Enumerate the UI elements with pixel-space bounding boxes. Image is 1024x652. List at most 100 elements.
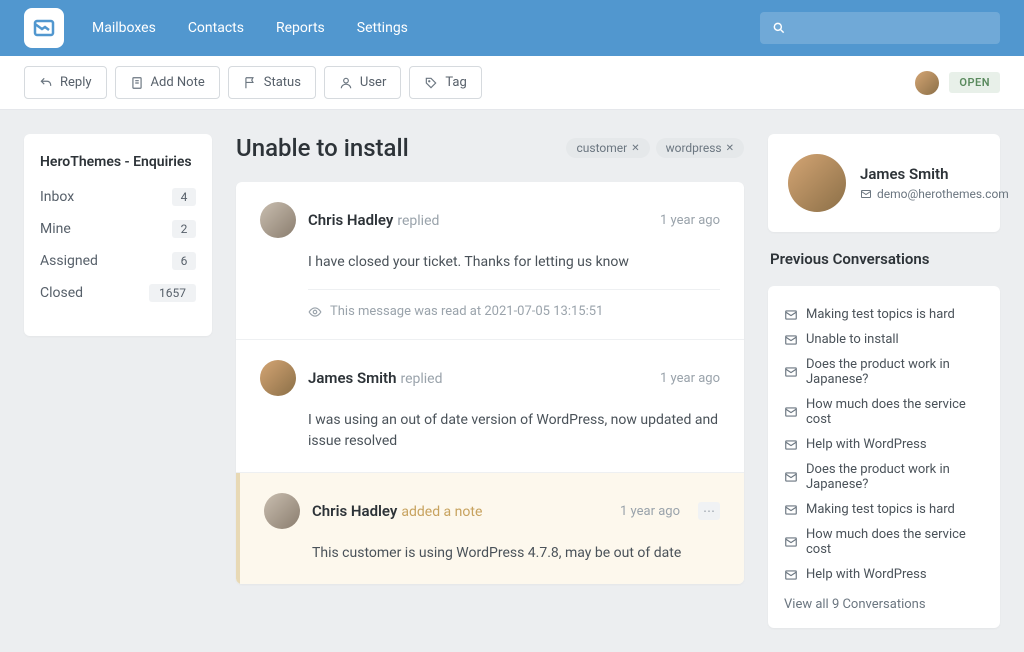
conversation-title: Help with WordPress — [806, 437, 927, 452]
tag-remove-icon[interactable]: ✕ — [726, 143, 734, 154]
mailbox-title: HeroThemes - Enquiries — [40, 154, 196, 170]
nav-settings[interactable]: Settings — [357, 20, 408, 36]
message-avatar — [260, 202, 296, 238]
user-label: User — [360, 75, 386, 90]
conversation-title: How much does the service cost — [806, 527, 984, 557]
tag-wordpress[interactable]: wordpress ✕ — [656, 138, 744, 158]
app-header: Mailboxes Contacts Reports Settings — [0, 0, 1024, 56]
message-menu-button[interactable]: ⋯ — [698, 502, 720, 520]
conversation-link[interactable]: Unable to install — [784, 327, 984, 352]
status-badge: OPEN — [949, 72, 1000, 93]
status-button[interactable]: Status — [228, 66, 316, 99]
previous-conversations-title: Previous Conversations — [768, 250, 1000, 268]
sidebar-item-assigned[interactable]: Assigned 6 — [40, 252, 196, 270]
nav-mailboxes[interactable]: Mailboxes — [92, 20, 156, 36]
app-logo[interactable] — [24, 8, 64, 48]
message-time: 1 year ago — [620, 504, 680, 519]
sidebar-item-count: 4 — [172, 188, 196, 206]
conversation-link[interactable]: Making test topics is hard — [784, 302, 984, 327]
search-input[interactable] — [760, 12, 1000, 44]
mail-icon — [784, 568, 798, 582]
search-icon — [772, 21, 786, 35]
sidebar-item-label: Mine — [40, 221, 71, 237]
mail-icon — [784, 405, 798, 419]
view-all-conversations[interactable]: View all 9 Conversations — [784, 597, 984, 612]
message-author: Chris Hadleyreplied — [308, 211, 439, 229]
customer-avatar — [788, 154, 846, 212]
message-author: Chris Hadleyadded a note — [312, 502, 482, 520]
conversation-link[interactable]: How much does the service cost — [784, 392, 984, 432]
message-action: replied — [400, 371, 442, 387]
sidebar-item-label: Assigned — [40, 253, 98, 269]
logo-icon — [32, 16, 56, 40]
eye-icon — [308, 305, 322, 319]
user-icon — [339, 76, 353, 90]
tag-label: wordpress — [666, 141, 722, 155]
customer-email-text: demo@herothemes.com — [877, 187, 1009, 201]
message-body: I was using an out of date version of Wo… — [308, 410, 720, 452]
right-column: James Smith demo@herothemes.com Previous… — [768, 134, 1000, 628]
ticket-header: Unable to install customer ✕ wordpress ✕ — [236, 134, 744, 162]
customer-email[interactable]: demo@herothemes.com — [860, 187, 1009, 201]
conversation-link[interactable]: Making test topics is hard — [784, 497, 984, 522]
tag-label: customer — [576, 141, 627, 155]
message-avatar — [260, 360, 296, 396]
content-area: HeroThemes - Enquiries Inbox 4 Mine 2 As… — [0, 110, 1024, 652]
mail-icon — [784, 365, 798, 379]
add-note-label: Add Note — [151, 75, 205, 90]
add-note-button[interactable]: Add Note — [115, 66, 220, 99]
conversation-title: Making test topics is hard — [806, 307, 955, 322]
conversation-title: Help with WordPress — [806, 567, 927, 582]
status-label: Status — [264, 75, 301, 90]
reply-label: Reply — [60, 75, 92, 90]
conversation-link[interactable]: Does the product work in Japanese? — [784, 352, 984, 392]
message-time: 1 year ago — [660, 213, 720, 228]
ticket-tags: customer ✕ wordpress ✕ — [566, 138, 744, 158]
previous-conversations-list: Making test topics is hard Unable to ins… — [768, 286, 1000, 628]
conversation-title: Does the product work in Japanese? — [806, 462, 984, 492]
sidebar-item-count: 6 — [172, 252, 196, 270]
mail-icon — [784, 470, 798, 484]
read-receipt-text: This message was read at 2021-07-05 13:1… — [330, 304, 603, 319]
reply-button[interactable]: Reply — [24, 66, 107, 99]
current-user-avatar[interactable] — [915, 71, 939, 95]
message-author: James Smithreplied — [308, 369, 442, 387]
sidebar-item-label: Closed — [40, 285, 83, 301]
mail-icon — [784, 333, 798, 347]
message-body: This customer is using WordPress 4.7.8, … — [312, 543, 720, 564]
message-note: Chris Hadleyadded a note 1 year ago ⋯ Th… — [236, 473, 744, 584]
nav-reports[interactable]: Reports — [276, 20, 325, 36]
message-avatar — [264, 493, 300, 529]
conversation-link[interactable]: Help with WordPress — [784, 432, 984, 457]
conversation-link[interactable]: Help with WordPress — [784, 562, 984, 587]
mail-icon — [784, 535, 798, 549]
customer-card: James Smith demo@herothemes.com — [768, 134, 1000, 232]
conversation-link[interactable]: Does the product work in Japanese? — [784, 457, 984, 497]
sidebar-item-mine[interactable]: Mine 2 — [40, 220, 196, 238]
nav-contacts[interactable]: Contacts — [188, 20, 244, 36]
message-item: James Smithreplied 1 year ago I was usin… — [236, 340, 744, 473]
main-nav: Mailboxes Contacts Reports Settings — [92, 20, 408, 36]
conversation-title: Making test topics is hard — [806, 502, 955, 517]
mail-icon — [784, 308, 798, 322]
ticket-title: Unable to install — [236, 134, 409, 162]
tag-customer[interactable]: customer ✕ — [566, 138, 649, 158]
flag-icon — [243, 76, 257, 90]
sidebar-item-closed[interactable]: Closed 1657 — [40, 284, 196, 302]
reply-icon — [39, 76, 53, 90]
user-button[interactable]: User — [324, 66, 401, 99]
sidebar-item-inbox[interactable]: Inbox 4 — [40, 188, 196, 206]
tag-button[interactable]: Tag — [409, 66, 481, 99]
conversation-title: How much does the service cost — [806, 397, 984, 427]
message-time: 1 year ago — [660, 371, 720, 386]
customer-name: James Smith — [860, 165, 1009, 183]
sidebar-item-count: 1657 — [149, 284, 196, 302]
conversation-link[interactable]: How much does the service cost — [784, 522, 984, 562]
conversation-title: Does the product work in Japanese? — [806, 357, 984, 387]
tag-remove-icon[interactable]: ✕ — [631, 143, 639, 154]
mail-icon — [784, 438, 798, 452]
note-icon — [130, 76, 144, 90]
read-receipt: This message was read at 2021-07-05 13:1… — [308, 289, 720, 319]
message-body: I have closed your ticket. Thanks for le… — [308, 252, 720, 273]
mail-icon — [784, 503, 798, 517]
